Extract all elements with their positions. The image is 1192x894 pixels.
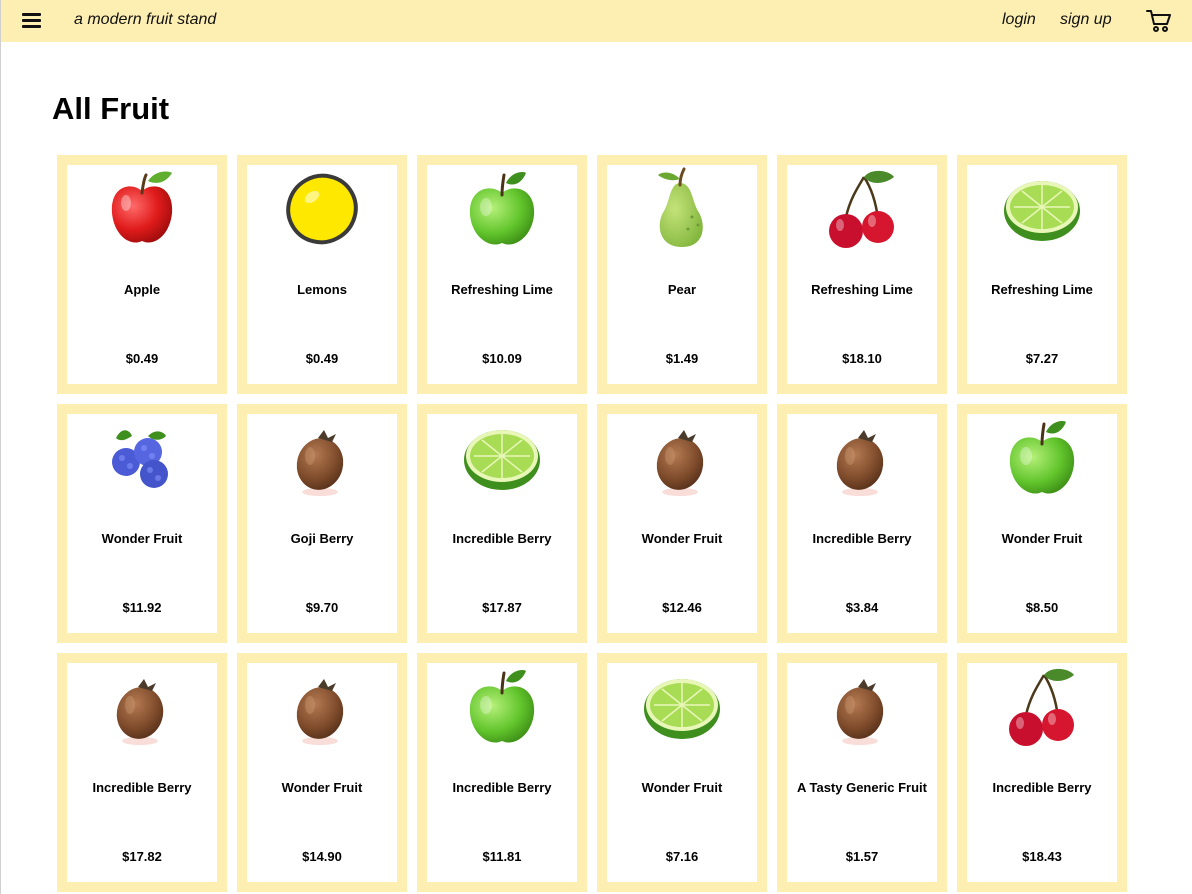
green-apple-icon[interactable] — [460, 167, 544, 251]
page-title: All Fruit — [52, 91, 170, 126]
product-price: $12.46 — [662, 600, 702, 615]
lime-half-icon[interactable] — [640, 665, 724, 749]
product-name: Wonder Fruit — [281, 780, 363, 795]
product-card[interactable]: Pear $1.49 — [597, 155, 767, 394]
product-name: Refreshing Lime — [451, 282, 553, 297]
product-card[interactable]: Wonder Fruit $12.46 — [597, 404, 767, 643]
product-name: Pear — [667, 282, 697, 297]
product-price: $17.87 — [482, 600, 522, 615]
signup-link[interactable]: sign up — [1060, 11, 1112, 29]
product-price: $10.09 — [482, 351, 522, 366]
product-name: Refreshing Lime — [811, 282, 913, 297]
product-card[interactable]: Refreshing Lime $7.27 — [957, 155, 1127, 394]
product-name: Wonder Fruit — [1001, 531, 1083, 546]
product-card[interactable]: Wonder Fruit $8.50 — [957, 404, 1127, 643]
top-bar: a modern fruit stand login sign up — [1, 0, 1192, 42]
product-price: $11.81 — [482, 849, 522, 864]
product-name: Incredible Berry — [452, 780, 552, 795]
product-price: $7.16 — [665, 849, 699, 864]
product-price: $3.84 — [845, 600, 879, 615]
brand-title[interactable]: a modern fruit stand — [74, 11, 216, 29]
product-card[interactable]: Apple $0.49 — [57, 155, 227, 394]
hamburger-menu-icon[interactable] — [22, 12, 42, 29]
login-link[interactable]: login — [1002, 11, 1036, 29]
product-card[interactable]: Incredible Berry $11.81 — [417, 653, 587, 892]
product-price: $9.70 — [305, 600, 339, 615]
product-name: Apple — [123, 282, 161, 297]
product-card[interactable]: A Tasty Generic Fruit $1.57 — [777, 653, 947, 892]
product-card[interactable]: Refreshing Lime $10.09 — [417, 155, 587, 394]
product-name: Incredible Berry — [452, 531, 552, 546]
product-price: $11.92 — [122, 600, 162, 615]
product-price: $1.57 — [845, 849, 879, 864]
cherries-icon[interactable] — [820, 167, 904, 251]
product-name: Incredible Berry — [992, 780, 1092, 795]
product-card[interactable]: Incredible Berry $17.87 — [417, 404, 587, 643]
product-card[interactable]: Goji Berry $9.70 — [237, 404, 407, 643]
product-name: Refreshing Lime — [991, 282, 1093, 297]
product-price: $0.49 — [125, 351, 159, 366]
product-card[interactable]: Incredible Berry $17.82 — [57, 653, 227, 892]
product-price: $18.43 — [1022, 849, 1062, 864]
product-price: $14.90 — [302, 849, 342, 864]
lemon-icon[interactable] — [280, 167, 364, 251]
product-grid: Apple $0.49 Lemons $0.49 Refreshing Lime $1… — [57, 155, 1127, 892]
pear-icon[interactable] — [640, 167, 724, 251]
lime-half-icon[interactable] — [1000, 167, 1084, 251]
product-name: Wonder Fruit — [641, 531, 723, 546]
product-card[interactable]: Wonder Fruit $7.16 — [597, 653, 767, 892]
brown-fruit-icon[interactable] — [280, 665, 364, 749]
product-card[interactable]: Refreshing Lime $18.10 — [777, 155, 947, 394]
product-card[interactable]: Wonder Fruit $14.90 — [237, 653, 407, 892]
product-card[interactable]: Incredible Berry $3.84 — [777, 404, 947, 643]
red-apple-icon[interactable] — [100, 167, 184, 251]
blueberries-icon[interactable] — [100, 416, 184, 500]
brown-fruit-icon[interactable] — [820, 665, 904, 749]
product-card[interactable]: Wonder Fruit $11.92 — [57, 404, 227, 643]
product-name: Wonder Fruit — [101, 531, 183, 546]
brown-fruit-icon[interactable] — [640, 416, 724, 500]
product-price: $1.49 — [665, 351, 699, 366]
brown-fruit-icon[interactable] — [100, 665, 184, 749]
product-card[interactable]: Incredible Berry $18.43 — [957, 653, 1127, 892]
product-name: Lemons — [297, 282, 347, 297]
shopping-cart-icon[interactable] — [1146, 9, 1172, 33]
product-name: A Tasty Generic Fruit — [796, 780, 928, 795]
product-name: Incredible Berry — [92, 780, 192, 795]
cherries-icon[interactable] — [1000, 665, 1084, 749]
product-price: $18.10 — [842, 351, 882, 366]
product-name: Wonder Fruit — [641, 780, 723, 795]
product-name: Goji Berry — [290, 531, 354, 546]
product-price: $17.82 — [122, 849, 162, 864]
product-price: $8.50 — [1025, 600, 1059, 615]
brown-fruit-icon[interactable] — [280, 416, 364, 500]
product-card[interactable]: Lemons $0.49 — [237, 155, 407, 394]
green-apple-icon[interactable] — [460, 665, 544, 749]
lime-half-icon[interactable] — [460, 416, 544, 500]
green-apple-icon[interactable] — [1000, 416, 1084, 500]
product-name: Incredible Berry — [812, 531, 912, 546]
product-price: $7.27 — [1025, 351, 1059, 366]
brown-fruit-icon[interactable] — [820, 416, 904, 500]
product-price: $0.49 — [305, 351, 339, 366]
